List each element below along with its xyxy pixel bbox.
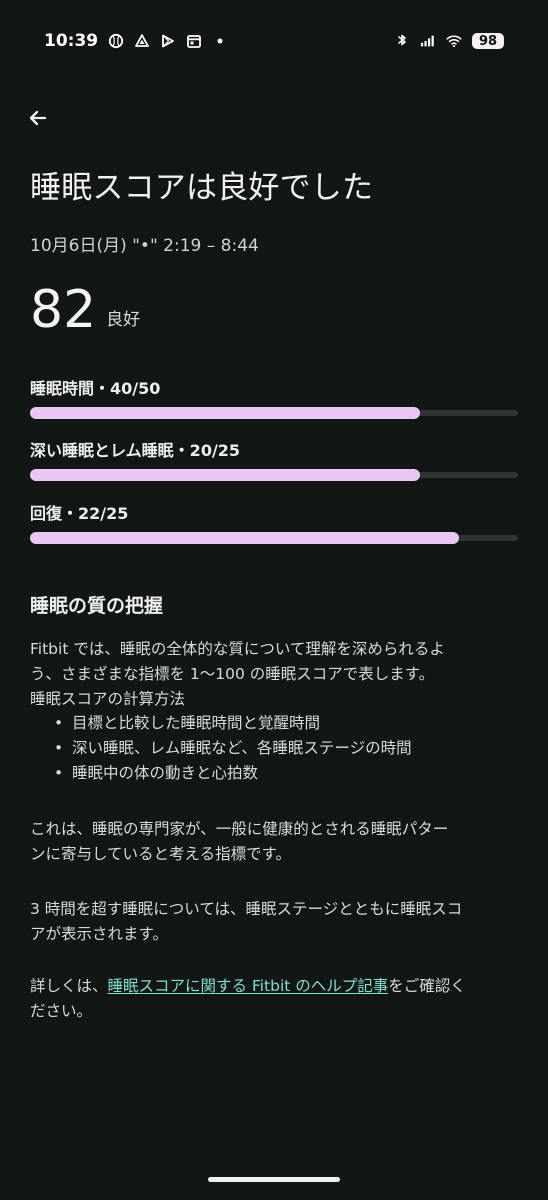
status-left: 10:39 [44, 31, 228, 51]
metric-label: 睡眠時間・40/50 [30, 379, 161, 398]
triangle-app-icon [134, 33, 150, 49]
help-prefix: 詳しくは、 [30, 977, 108, 995]
metric-label: 回復・22/25 [30, 504, 129, 523]
metric-sleep-time: 睡眠時間・40/50 [30, 379, 518, 419]
help-paragraph: 詳しくは、睡眠スコアに関する Fitbit のヘルプ記事をご確認く ださい。 [30, 974, 520, 1024]
metric-deep-rem-sleep: 深い睡眠とレム睡眠・20/25 [30, 441, 518, 481]
sleep-stages-paragraph: 3 時間を超す睡眠については、睡眠ステージとともに睡眠スコ アが表示されます。 [30, 897, 520, 947]
metric-progress-track [30, 407, 518, 419]
sleep-score-value: 82 [30, 280, 97, 340]
metric-label: 深い睡眠とレム睡眠・20/25 [30, 441, 241, 460]
calendar-icon [186, 33, 202, 49]
status-right: 98 [394, 33, 504, 49]
help-line-2: ださい。 [30, 1002, 93, 1020]
battery-level: 98 [478, 33, 498, 49]
play-store-icon [160, 33, 176, 49]
intro-line: Fitbit では、睡眠の全体的な質について理解を深められるよ [30, 640, 445, 658]
metric-progress-fill [30, 532, 460, 544]
list-item: 睡眠中の体の動きと心拍数 [54, 761, 514, 786]
metric-progress-track [30, 532, 518, 544]
bluetooth-icon [394, 33, 410, 49]
dot-indicator-icon [212, 33, 228, 49]
back-button[interactable] [22, 104, 54, 136]
intro-line: う、さまざまな指標を 1〜100 の睡眠スコアで表します。 [30, 665, 435, 683]
sleep-score-label: 良好 [106, 310, 141, 330]
expert-line: これは、睡眠の専門家が、一般に健康的とされる睡眠パター [30, 820, 449, 838]
baseball-icon [108, 33, 124, 49]
metric-progress-fill [30, 407, 421, 419]
list-item: 目標と比較した睡眠時間と覚醒時間 [54, 711, 514, 736]
expert-paragraph: これは、睡眠の専門家が、一般に健康的とされる睡眠パター ンに寄与していると考える… [30, 817, 520, 867]
help-line-1: 詳しくは、睡眠スコアに関する Fitbit のヘルプ記事をご確認く [30, 974, 520, 999]
expert-line: ンに寄与していると考える指標です。 [30, 845, 292, 863]
metric-recovery: 回復・22/25 [30, 504, 518, 544]
metric-progress-fill [30, 469, 421, 481]
sleep-date-range: 10月6日(月) "•" 2:19 – 8:44 [30, 236, 259, 256]
page-title: 睡眠スコアは良好でした [30, 170, 374, 206]
sleep-stages-line: 3 時間を超す睡眠については、睡眠ステージとともに睡眠スコ [30, 900, 463, 918]
sleep-score-row: 82 良好 [30, 282, 140, 338]
calculation-heading: 睡眠スコアの計算方法 [30, 690, 186, 708]
list-item: 深い睡眠、レム睡眠など、各睡眠ステージの時間 [54, 736, 514, 761]
intro-paragraph: Fitbit では、睡眠の全体的な質について理解を深められるよ う、さまざまな指… [30, 637, 520, 712]
section-title: 睡眠の質の把握 [30, 595, 164, 617]
help-article-link[interactable]: 睡眠スコアに関する Fitbit のヘルプ記事 [108, 977, 389, 995]
sleep-stages-line: アが表示されます。 [30, 925, 168, 943]
status-time: 10:39 [44, 31, 99, 51]
metric-progress-track [30, 469, 518, 481]
battery-icon: 98 [472, 33, 504, 49]
status-bar: 10:39 98 [44, 28, 504, 54]
help-suffix: をご確認く [388, 977, 466, 995]
home-indicator[interactable] [208, 1177, 340, 1182]
back-arrow-icon [26, 106, 50, 134]
wifi-icon [446, 33, 462, 49]
signal-icon [420, 33, 436, 49]
calculation-list: 目標と比較した睡眠時間と覚醒時間 深い睡眠、レム睡眠など、各睡眠ステージの時間 … [54, 711, 514, 786]
